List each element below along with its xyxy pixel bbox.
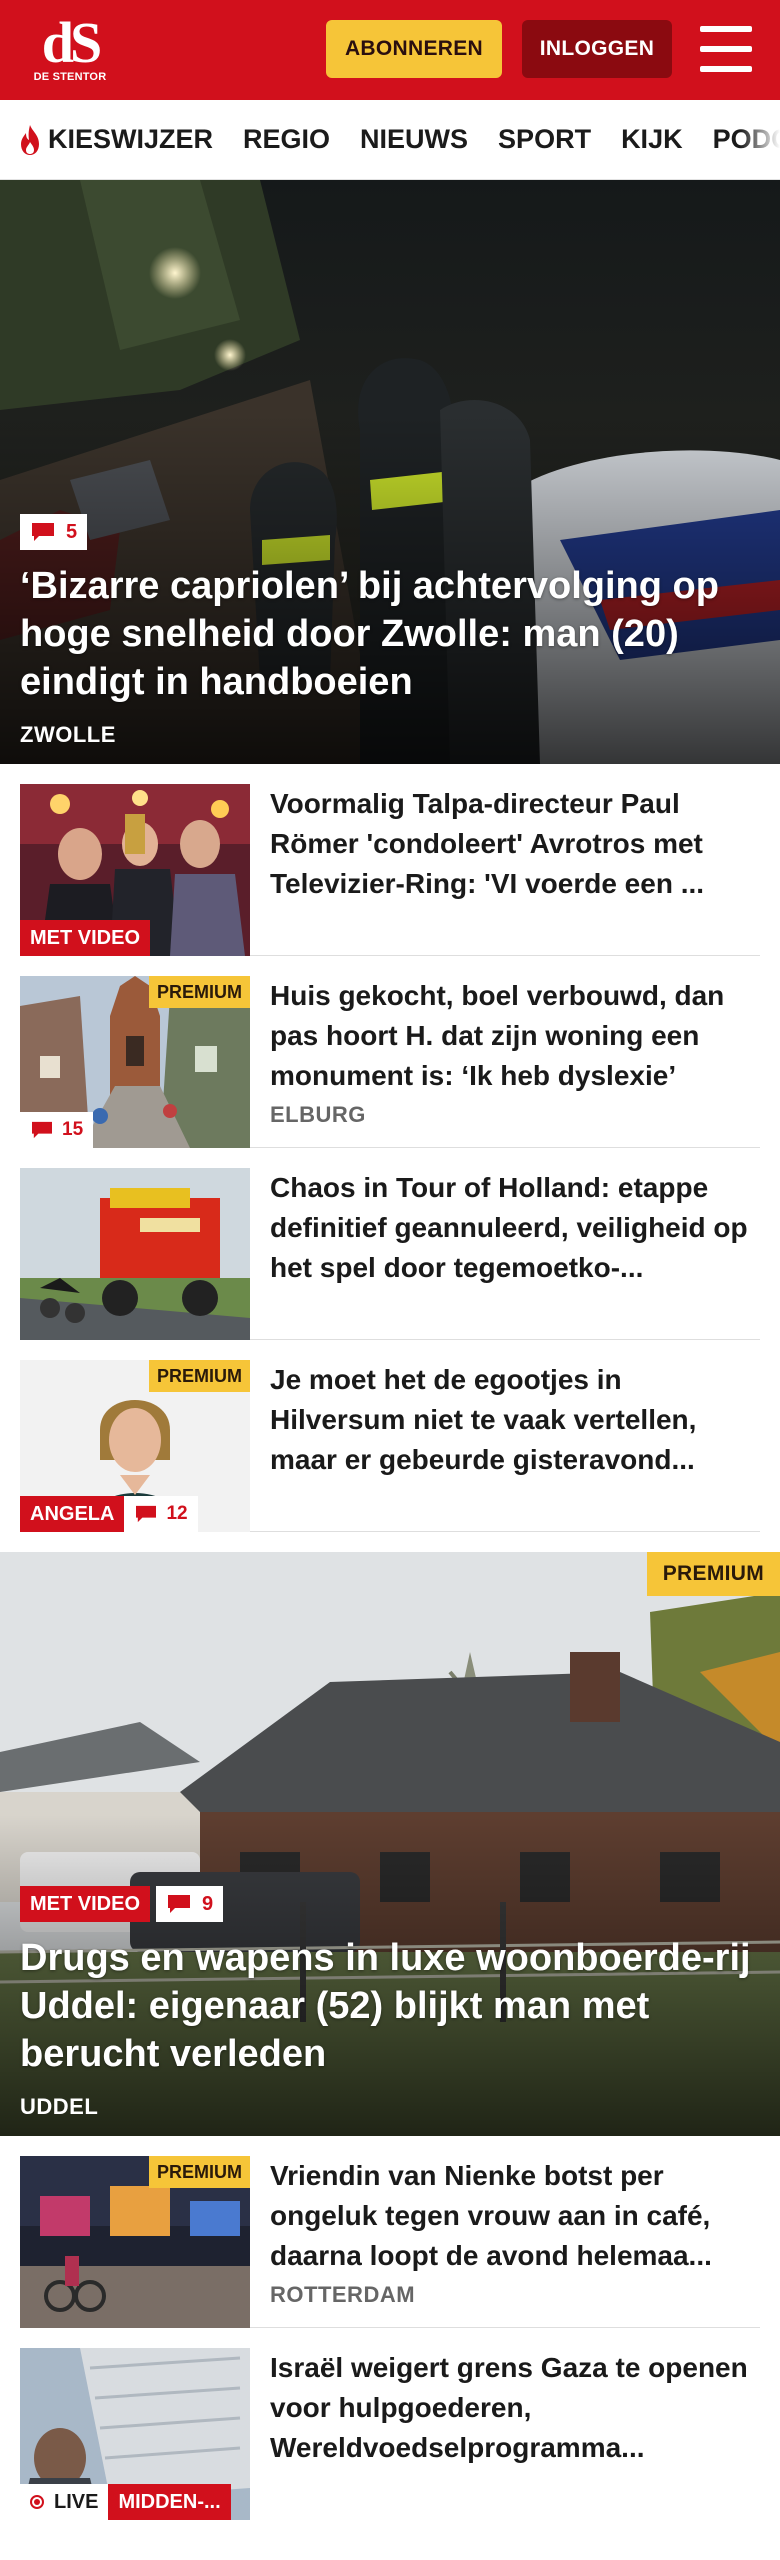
article-headline[interactable]: Israël weigert grens Gaza te openen voor…	[270, 2348, 760, 2468]
topic-badge: MIDDEN-...	[108, 2484, 231, 2520]
comment-count-badge[interactable]: 15	[20, 1112, 94, 1148]
premium-badge: PREMIUM	[149, 1360, 250, 1392]
live-icon	[30, 2495, 44, 2509]
comment-count: 9	[202, 1892, 214, 1915]
list-item[interactable]: MET VIDEO Voormalig Talpa-directeur Paul…	[20, 764, 760, 956]
item-text: Je moet het de egootjes in Hilversum nie…	[250, 1360, 760, 1511]
login-button[interactable]: INLOGGEN	[522, 20, 672, 78]
comment-icon	[168, 1895, 191, 1913]
nav-item-kijk[interactable]: KIJK	[621, 124, 683, 155]
comment-icon	[136, 1505, 157, 1523]
list-item[interactable]: LIVE MIDDEN-... Israël weigert grens Gaz…	[20, 2328, 760, 2520]
article-thumbnail: PREMIUM	[20, 2156, 250, 2328]
nav-item-kieswijzer[interactable]: KIESWIJZER	[18, 124, 213, 156]
video-badge: MET VIDEO	[20, 920, 151, 956]
comment-count-badge[interactable]: 9	[156, 1886, 224, 1922]
nav-fade	[740, 100, 780, 179]
author-badge: ANGELA	[20, 1496, 125, 1532]
premium-badge: PREMIUM	[149, 976, 250, 1008]
article-headline[interactable]: Voormalig Talpa-directeur Paul Römer 'co…	[270, 784, 760, 904]
list-item[interactable]: PREMIUM 15 Huis gekocht, boel verbouwd, …	[20, 956, 760, 1148]
list-item[interactable]: PREMIUM Vriendin van Nienke botst per on…	[20, 2136, 760, 2328]
thumbnail-image	[20, 1168, 250, 1340]
comment-icon	[32, 523, 54, 541]
hero-badges: 5	[20, 514, 760, 550]
thumbnail-badges: ANGELA 12	[20, 1496, 198, 1532]
item-text: Voormalig Talpa-directeur Paul Römer 'co…	[250, 784, 760, 935]
comment-count: 15	[62, 1119, 84, 1140]
hero-article-zwolle[interactable]: 5 ‘Bizarre capriolen’ bij achtervolging …	[0, 180, 780, 764]
menu-icon[interactable]	[700, 26, 752, 72]
article-thumbnail: MET VIDEO	[20, 784, 250, 956]
article-location: ELBURG	[270, 1102, 366, 1127]
article-thumbnail: LIVE MIDDEN-...	[20, 2348, 250, 2520]
site-header: dS DE STENTOR ABONNEREN INLOGGEN	[0, 0, 780, 100]
premium-badge: PREMIUM	[149, 2156, 250, 2188]
article-thumbnail: PREMIUM ANGELA 12	[20, 1360, 250, 1532]
article-thumbnail	[20, 1168, 250, 1340]
logo-mark: dS	[41, 10, 102, 75]
article-list-2: PREMIUM Vriendin van Nienke botst per on…	[0, 2136, 780, 2520]
thumbnail-badges: MET VIDEO	[20, 920, 151, 956]
subscribe-button[interactable]: ABONNEREN	[326, 20, 502, 78]
hero-badges: MET VIDEO 9	[20, 1886, 760, 1922]
article-headline[interactable]: Chaos in Tour of Holland: etappe definit…	[270, 1168, 760, 1288]
hero-content: MET VIDEO 9 Drugs en wapens in luxe woon…	[20, 1886, 760, 2120]
hero-headline[interactable]: ‘Bizarre capriolen’ bij achtervolging op…	[20, 562, 760, 706]
thumbnail-badges: 15	[20, 1112, 94, 1148]
article-list-1: MET VIDEO Voormalig Talpa-directeur Paul…	[0, 764, 780, 1532]
hero-location: UDDEL	[20, 2094, 99, 2119]
item-text: Huis gekocht, boel verbouwd, dan pas hoo…	[250, 976, 760, 1127]
article-headline[interactable]: Je moet het de egootjes in Hilversum nie…	[270, 1360, 760, 1480]
live-label: LIVE	[54, 2490, 99, 2513]
item-text: Israël weigert grens Gaza te openen voor…	[250, 2348, 760, 2500]
nav-item-regio[interactable]: REGIO	[243, 124, 330, 155]
article-location: ROTTERDAM	[270, 2282, 416, 2307]
nav-item-sport[interactable]: SPORT	[498, 124, 591, 155]
comment-icon	[32, 1121, 52, 1139]
hero-headline[interactable]: Drugs en wapens in luxe woonboerde-rij U…	[20, 1934, 760, 2078]
article-thumbnail: PREMIUM 15	[20, 976, 250, 1148]
main-nav: KIESWIJZER REGIO NIEUWS SPORT KIJK PODCA…	[0, 100, 780, 180]
nav-label: KIESWIJZER	[48, 124, 214, 154]
item-text: Chaos in Tour of Holland: etappe definit…	[250, 1168, 760, 1319]
logo-subtitle: DE STENTOR	[33, 71, 107, 83]
hero-content: 5 ‘Bizarre capriolen’ bij achtervolging …	[20, 514, 760, 748]
site-logo[interactable]: dS DE STENTOR	[30, 10, 110, 90]
list-item[interactable]: PREMIUM ANGELA 12 Je moet het de egootje…	[20, 1340, 760, 1532]
article-headline[interactable]: Huis gekocht, boel verbouwd, dan pas hoo…	[270, 976, 760, 1096]
comment-count: 5	[66, 520, 78, 543]
hero-article-uddel[interactable]: PREMIUM MET VIDEO 9 Drugs en wapens in l…	[0, 1552, 780, 2136]
hero-location: ZWOLLE	[20, 722, 116, 747]
article-headline[interactable]: Vriendin van Nienke botst per ongeluk te…	[270, 2156, 760, 2276]
comment-count-badge[interactable]: 12	[124, 1496, 198, 1532]
flame-icon	[21, 124, 39, 155]
video-badge: MET VIDEO	[20, 1886, 151, 1922]
comment-count-badge[interactable]: 5	[20, 514, 88, 550]
premium-badge: PREMIUM	[646, 1552, 780, 1596]
comment-count: 12	[166, 1503, 188, 1524]
nav-item-nieuws[interactable]: NIEUWS	[360, 124, 468, 155]
thumbnail-badges: LIVE MIDDEN-...	[20, 2484, 231, 2520]
live-badge: LIVE	[20, 2484, 109, 2520]
list-item[interactable]: Chaos in Tour of Holland: etappe definit…	[20, 1148, 760, 1340]
item-text: Vriendin van Nienke botst per ongeluk te…	[250, 2156, 760, 2307]
